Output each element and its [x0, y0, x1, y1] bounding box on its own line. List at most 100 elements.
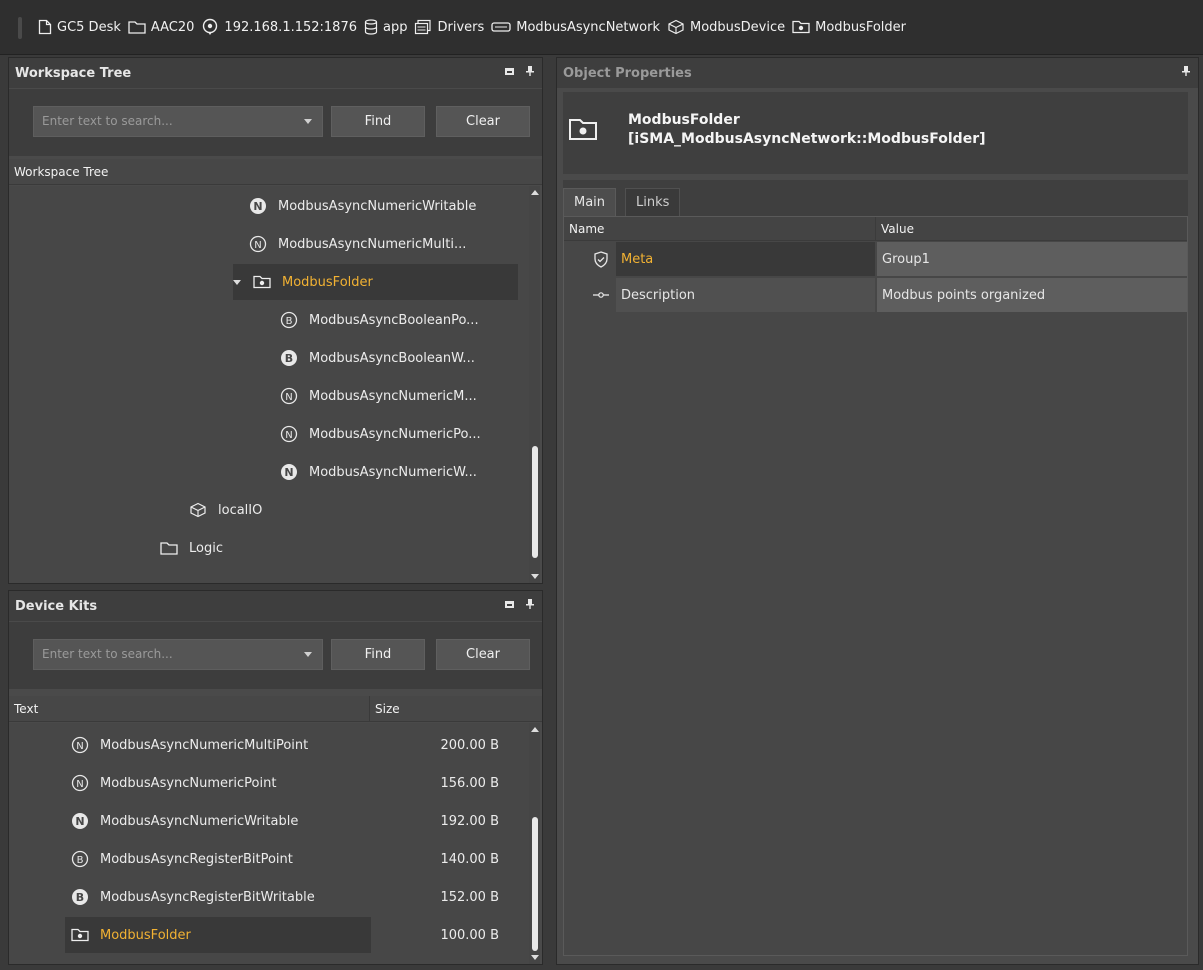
- pin-icon[interactable]: [526, 599, 534, 609]
- svg-text:N: N: [253, 200, 262, 213]
- dropdown-caret-icon[interactable]: [304, 652, 312, 657]
- size-cell: 100.00 B: [440, 927, 499, 943]
- scroll-up-icon[interactable]: [531, 727, 539, 732]
- maximize-icon[interactable]: [505, 67, 514, 75]
- search-input[interactable]: Enter text to search...: [33, 639, 323, 670]
- kits-scrollbar[interactable]: [529, 723, 540, 964]
- tree-item[interactable]: N ModbusAsyncNumericMulti...: [249, 226, 466, 262]
- maximize-icon[interactable]: [505, 600, 514, 608]
- size-cell: 156.00 B: [440, 775, 499, 791]
- tree-item[interactable]: N ModbusAsyncNumericM...: [280, 378, 477, 414]
- tree-item[interactable]: B ModbusAsyncBooleanW...: [280, 340, 475, 376]
- pin-icon[interactable]: [526, 66, 534, 76]
- crumb-device[interactable]: ModbusDevice: [667, 19, 785, 35]
- scroll-down-icon[interactable]: [531, 955, 539, 960]
- workspace-scrollbar[interactable]: [529, 186, 540, 583]
- size-cell: 152.00 B: [440, 889, 499, 905]
- modbus-folder-icon: [253, 273, 271, 291]
- column-text[interactable]: Text: [14, 702, 38, 716]
- crumb-modbus-folder[interactable]: ModbusFolder: [792, 20, 906, 35]
- tree-item[interactable]: N ModbusAsyncNumericW...: [280, 454, 477, 490]
- drivers-icon: [415, 19, 432, 35]
- tree-item-selected[interactable]: ModbusFolder: [233, 264, 518, 300]
- network-icon: [491, 22, 511, 32]
- clear-button[interactable]: Clear: [436, 639, 530, 670]
- search-input[interactable]: Enter text to search...: [33, 106, 323, 137]
- tab-main[interactable]: Main: [563, 188, 617, 216]
- device-kits-list: N ModbusAsyncNumericMultiPoint 200.00 B …: [9, 723, 530, 964]
- tree-item[interactable]: B ModbusAsyncBooleanPo...: [280, 302, 479, 338]
- scroll-thumb[interactable]: [532, 446, 538, 558]
- svg-text:B: B: [285, 352, 293, 365]
- name-cell-bg: [616, 242, 875, 276]
- scroll-up-icon[interactable]: [531, 190, 539, 195]
- property-row[interactable]: Description Modbus points organized: [564, 278, 1187, 312]
- scroll-thumb[interactable]: [532, 817, 538, 951]
- numeric-point-icon: N: [280, 387, 298, 405]
- svg-text:B: B: [77, 855, 84, 866]
- station-icon: [203, 18, 218, 35]
- link-slot-icon: [593, 292, 609, 298]
- list-item[interactable]: N ModbusAsyncNumericWritable 192.00 B: [71, 803, 526, 839]
- crumb-aac20[interactable]: AAC20: [128, 20, 194, 35]
- boolean-writable-icon: B: [71, 888, 89, 906]
- numeric-point-icon: N: [71, 774, 89, 792]
- find-button[interactable]: Find: [331, 639, 425, 670]
- modbus-folder-icon: [569, 119, 597, 140]
- tab-links[interactable]: Links: [625, 188, 681, 216]
- property-name: Meta: [621, 251, 654, 267]
- numeric-writable-icon: N: [249, 197, 267, 215]
- column-divider: [369, 696, 370, 722]
- panel-title: Workspace Tree: [15, 65, 132, 81]
- crumb-gc5-desk[interactable]: GC5 Desk: [38, 19, 121, 35]
- pin-icon[interactable]: [1182, 66, 1190, 76]
- list-item[interactable]: N ModbusAsyncNumericPoint 156.00 B: [71, 765, 526, 801]
- svg-text:N: N: [285, 430, 292, 441]
- numeric-point-icon: N: [71, 736, 89, 754]
- object-type: [iSMA_ModbusAsyncNetwork::ModbusFolder]: [628, 131, 986, 147]
- size-cell: 200.00 B: [440, 737, 499, 753]
- crumb-label: GC5 Desk: [57, 19, 121, 35]
- crumb-station[interactable]: 192.168.1.152:1876: [201, 18, 357, 36]
- search-bar: Enter text to search... Find Clear: [9, 89, 542, 156]
- object-name: ModbusFolder: [628, 112, 740, 128]
- tree-item[interactable]: localIO: [189, 492, 262, 528]
- chevron-down-icon[interactable]: [233, 279, 241, 285]
- workspace-tree-panel: Workspace Tree Enter text to search... F…: [8, 57, 543, 584]
- numeric-writable-icon: N: [71, 812, 89, 830]
- folder-icon: [128, 21, 146, 34]
- list-item[interactable]: B ModbusAsyncRegisterBitPoint 140.00 B: [71, 841, 526, 877]
- crumb-network[interactable]: ModbusAsyncNetwork: [491, 20, 660, 35]
- modbus-folder-icon: [792, 20, 810, 34]
- scroll-down-icon[interactable]: [531, 574, 539, 579]
- database-icon: [364, 19, 378, 35]
- find-button[interactable]: Find: [331, 106, 425, 137]
- property-value[interactable]: Modbus points organized: [882, 288, 1045, 303]
- column-size[interactable]: Size: [375, 702, 400, 716]
- workspace-tree: N ModbusAsyncNumericWritable N ModbusAsy…: [9, 186, 530, 583]
- tree-item[interactable]: N ModbusAsyncNumericPo...: [280, 416, 481, 452]
- numeric-point-icon: N: [280, 425, 298, 443]
- device-icon: [189, 501, 207, 519]
- list-item[interactable]: B ModbusAsyncRegisterBitWritable 152.00 …: [71, 879, 526, 915]
- crumb-drivers[interactable]: Drivers: [414, 19, 484, 35]
- column-name[interactable]: Name: [564, 217, 876, 241]
- svg-text:N: N: [76, 741, 83, 752]
- crumb-label: 192.168.1.152:1876: [224, 19, 357, 35]
- modbus-folder-icon: [71, 926, 89, 944]
- tree-column-header[interactable]: Workspace Tree: [9, 159, 542, 185]
- svg-text:N: N: [76, 779, 83, 790]
- crumb-app[interactable]: app: [364, 19, 407, 35]
- svg-text:N: N: [254, 240, 261, 251]
- tree-item[interactable]: N ModbusAsyncNumericWritable: [249, 188, 476, 224]
- column-value[interactable]: Value: [876, 217, 1187, 241]
- tree-item[interactable]: Logic: [160, 530, 223, 566]
- dropdown-caret-icon[interactable]: [304, 119, 312, 124]
- property-row[interactable]: Meta Group1: [564, 242, 1187, 276]
- tab-bar: Main Links: [563, 180, 1188, 216]
- list-item-selected[interactable]: ModbusFolder 100.00 B: [65, 917, 526, 953]
- crumb-label: Drivers: [437, 19, 485, 35]
- clear-button[interactable]: Clear: [436, 106, 530, 137]
- property-value[interactable]: Group1: [882, 252, 930, 267]
- list-item[interactable]: N ModbusAsyncNumericMultiPoint 200.00 B: [71, 727, 526, 763]
